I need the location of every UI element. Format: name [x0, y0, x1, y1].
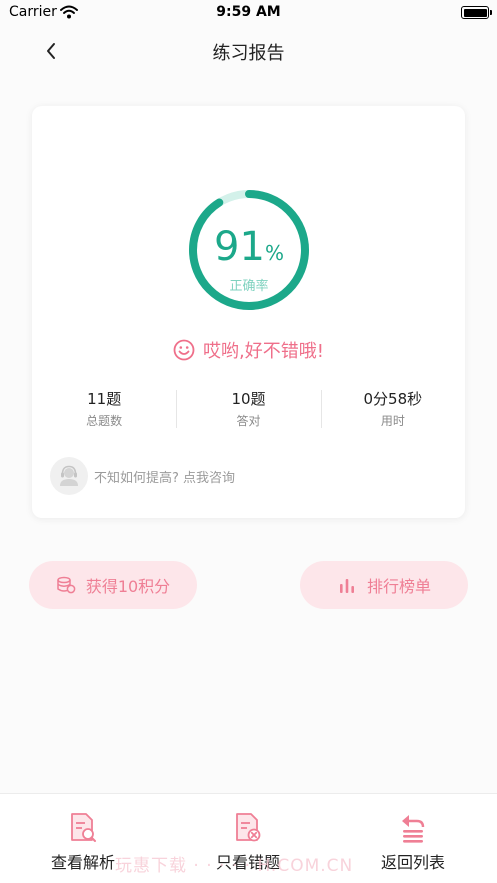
stats-row: 11题 总题数 10题 答对 0分58秒 用时 [32, 388, 465, 432]
status-bar: Carrier 9:59 AM [0, 0, 497, 26]
status-time: 9:59 AM [216, 4, 281, 20]
earn-points-label: 获得10积分 [85, 577, 171, 596]
watermark-text: 玩惠下载 · · · · · H.COM.CN [115, 856, 354, 876]
stat-correct: 10题 答对 [176, 388, 320, 432]
battery-tip [490, 10, 492, 15]
leaderboard-label: 排行榜单 [366, 577, 431, 596]
accuracy-label: 正确率 [229, 279, 269, 294]
stat-total-questions: 11题 总题数 [32, 388, 176, 432]
smile-icon [173, 339, 195, 361]
accuracy-unit: % [264, 241, 284, 265]
stat-value: 11题 [87, 390, 122, 408]
coins-icon [57, 576, 76, 594]
page-title: 练习报告 [212, 43, 285, 64]
document-x-icon [236, 813, 261, 842]
bar-chart-icon [339, 579, 354, 593]
stat-label: 答对 [236, 414, 261, 428]
document-search-icon [71, 813, 96, 842]
consult-link[interactable]: 不知如何提高? 点我咨询 [50, 457, 235, 495]
accuracy-number: 91 [214, 224, 265, 270]
stat-time-used: 0分58秒 用时 [320, 388, 465, 432]
accuracy-value: 91% [185, 224, 313, 270]
battery-icon [461, 6, 489, 19]
praise-message: 哎哟,好不错哦! [32, 337, 465, 363]
tab-return-list[interactable]: 返回列表 [363, 812, 463, 873]
stat-label: 总题数 [86, 414, 123, 428]
report-card: 91% 正确率 哎哟,好不错哦! 11题 总题数 10题 答对 0分58秒 用时 [32, 106, 465, 518]
earn-points-button[interactable]: 获得10积分 [29, 561, 197, 609]
stat-label: 用时 [380, 414, 405, 428]
praise-text: 哎哟,好不错哦! [203, 341, 324, 362]
leaderboard-button[interactable]: 排行榜单 [300, 561, 468, 609]
stat-value: 0分58秒 [363, 390, 423, 408]
stat-value: 10题 [231, 390, 266, 408]
tab-label: 返回列表 [380, 853, 445, 872]
return-list-icon [402, 815, 425, 843]
consultant-avatar-icon [50, 457, 88, 495]
nav-bar: 练习报告 [0, 26, 497, 76]
consult-text: 不知如何提高? 点我咨询 [94, 470, 236, 486]
